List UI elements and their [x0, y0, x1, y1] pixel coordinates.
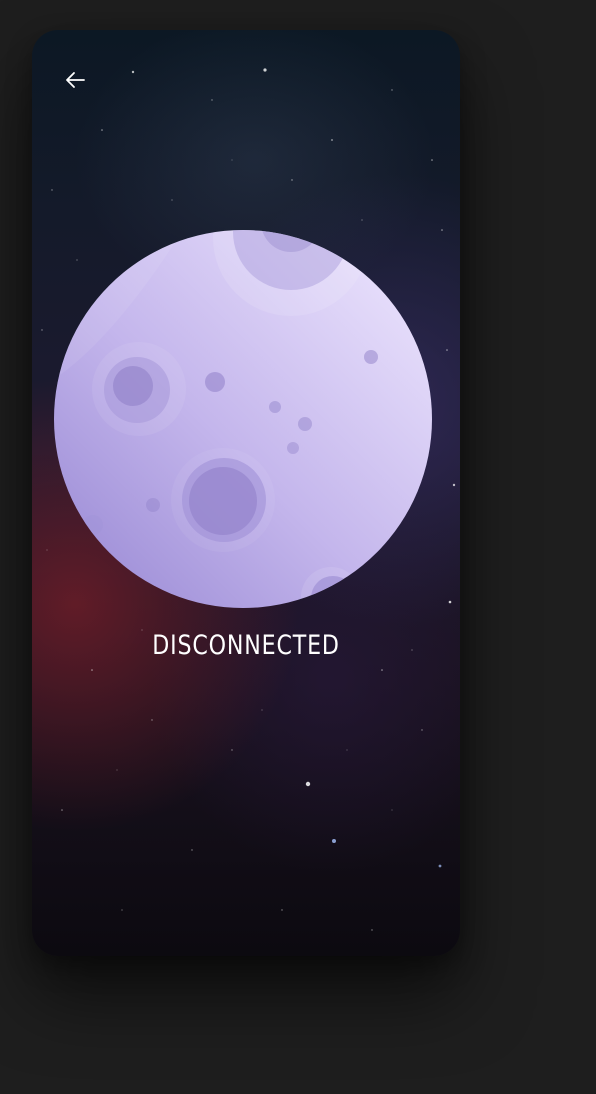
arrow-left-icon — [66, 72, 85, 88]
app-screen: DISCONNECTED — [32, 30, 460, 956]
moon-icon — [54, 230, 432, 608]
back-button[interactable] — [60, 68, 90, 92]
connection-status: DISCONNECTED — [152, 630, 340, 661]
